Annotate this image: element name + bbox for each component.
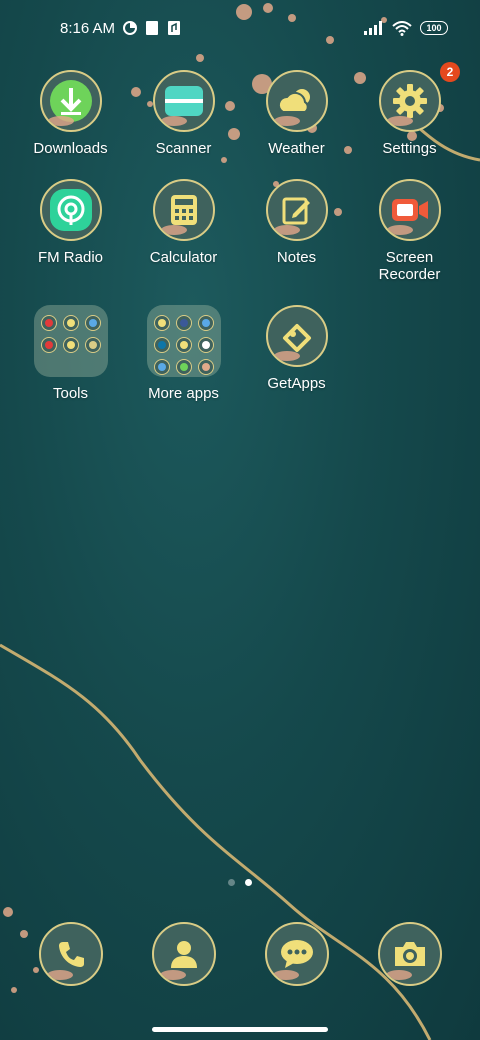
app-notes[interactable]: Notes: [240, 179, 353, 283]
page-dot-active[interactable]: [245, 879, 252, 886]
folder-mini-icon: [153, 337, 170, 353]
app-weather[interactable]: Weather: [240, 70, 353, 157]
folder-mini-icon: [84, 315, 101, 331]
dock-camera[interactable]: [353, 922, 466, 986]
battery-icon: 100: [420, 21, 448, 35]
notification-badge: 2: [440, 62, 460, 82]
weather-icon: [265, 70, 328, 132]
dock-contacts[interactable]: [127, 922, 240, 986]
app-label: Settings: [382, 140, 437, 157]
folder-icon: [33, 305, 108, 377]
phone-icon: [38, 922, 103, 986]
folder-mini-icon: [84, 337, 101, 353]
camera-icon: [377, 922, 442, 986]
notification-icon: [145, 20, 159, 36]
folder-mini-icon: [62, 337, 79, 353]
folder-mini-icon: [153, 359, 170, 375]
screen-recorder-icon: [378, 179, 441, 241]
folder-mini-icon: [62, 315, 79, 331]
gear-icon: [378, 70, 441, 132]
app-grid: Downloads Scanner Weather 2 Settings FM …: [14, 62, 466, 402]
status-left: 8:16 AM: [60, 20, 181, 37]
radio-icon: [39, 179, 102, 241]
status-right: 100: [364, 20, 448, 36]
app-calculator[interactable]: Calculator: [127, 179, 240, 283]
signal-icon: [364, 21, 384, 35]
folder-mini-icon: [40, 337, 57, 353]
app-label: More apps: [148, 385, 219, 402]
clock: 8:16 AM: [60, 19, 116, 37]
page-indicator: [0, 879, 480, 886]
app-label: Downloads: [33, 140, 108, 157]
app-label: Scanner: [155, 140, 212, 157]
download-icon: [39, 70, 102, 132]
app-label: Screen Recorder: [378, 249, 441, 283]
contacts-icon: [151, 922, 216, 986]
status-bar: 8:16 AM 100: [0, 0, 480, 56]
dock-messages[interactable]: [240, 922, 353, 986]
wifi-icon: [392, 20, 412, 36]
folder-mini-icon: [197, 337, 214, 353]
folder-mini-icon: [197, 315, 214, 331]
scanner-icon: [152, 70, 215, 132]
folder-mini-icon: [175, 315, 192, 331]
folder-mini-icon: [153, 315, 170, 331]
folder-mini-icon: [197, 359, 214, 375]
app-label: Tools: [52, 385, 89, 402]
folder-mini-icon: [175, 337, 192, 353]
messages-icon: [264, 922, 329, 986]
app-label: Weather: [268, 140, 325, 157]
app-fm-radio[interactable]: FM Radio: [14, 179, 127, 283]
folder-tools[interactable]: Tools: [14, 305, 127, 402]
app-label: FM Radio: [37, 249, 104, 266]
app-downloads[interactable]: Downloads: [14, 70, 127, 157]
file-icon: [167, 20, 181, 36]
folder-icon: [146, 305, 221, 377]
app-screen-recorder[interactable]: Screen Recorder: [353, 179, 466, 283]
page-dot[interactable]: [228, 879, 235, 886]
folder-more-apps[interactable]: More apps: [127, 305, 240, 402]
calculator-icon: [152, 179, 215, 241]
folder-mini-icon: [175, 359, 192, 375]
dock: [14, 922, 466, 986]
app-settings[interactable]: 2 Settings: [353, 62, 466, 157]
app-label: GetApps: [267, 375, 326, 392]
dock-phone[interactable]: [14, 922, 127, 986]
getapps-icon: [265, 305, 328, 367]
app-getapps[interactable]: GetApps: [240, 305, 353, 402]
app-label: Calculator: [149, 249, 218, 266]
folder-mini-icon: [40, 315, 57, 331]
app-scanner[interactable]: Scanner: [127, 70, 240, 157]
app-label: Notes: [276, 249, 317, 266]
notes-icon: [265, 179, 328, 241]
data-saver-icon: [123, 21, 138, 35]
home-gesture-bar[interactable]: [152, 1027, 328, 1032]
